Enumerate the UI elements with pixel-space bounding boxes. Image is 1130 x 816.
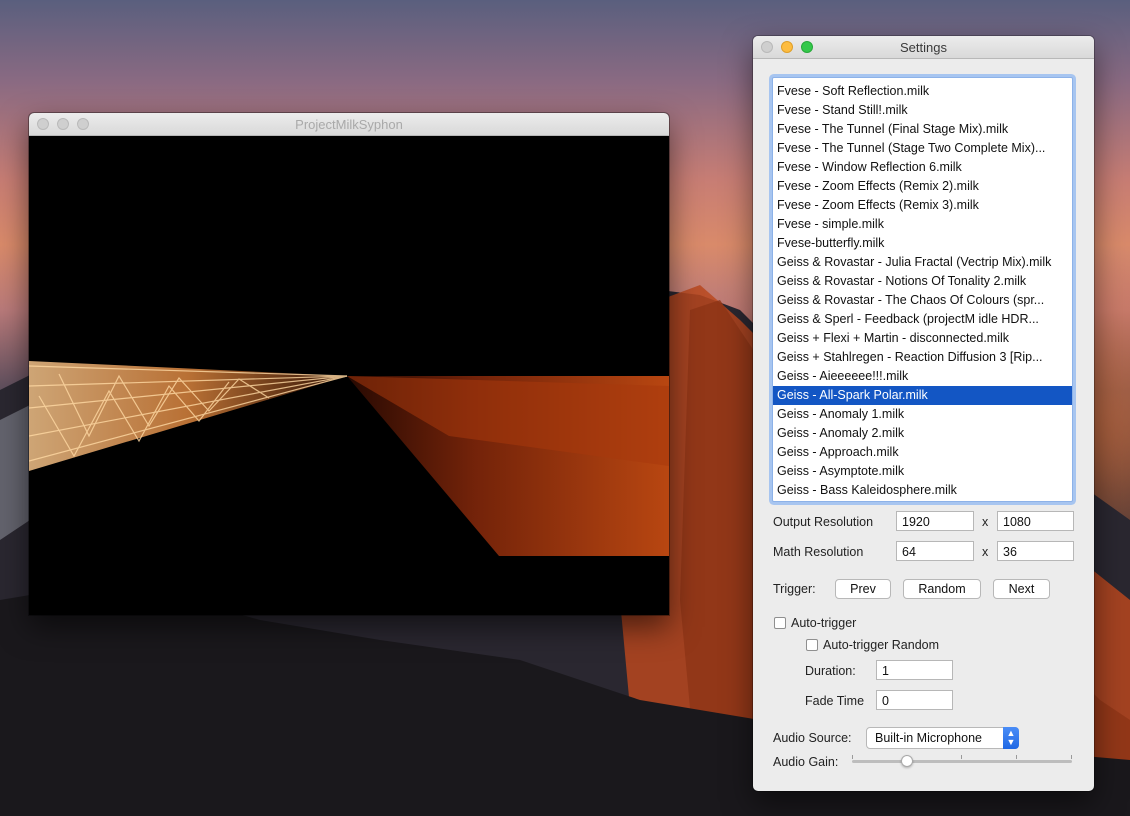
random-button[interactable]: Random bbox=[903, 579, 981, 599]
preset-list-item[interactable]: Fvese - simple.milk bbox=[773, 215, 1072, 234]
duration-field[interactable]: 1 bbox=[876, 660, 953, 680]
preset-list-item[interactable]: Geiss + Flexi + Martin - disconnected.mi… bbox=[773, 329, 1072, 348]
math-width-field[interactable]: 64 bbox=[896, 541, 974, 561]
preset-list-item[interactable]: Geiss - Bass Kaleidosphere.milk bbox=[773, 481, 1072, 500]
preset-list-item[interactable]: Fvese - Zoom Effects (Remix 2).milk bbox=[773, 177, 1072, 196]
fade-time-field[interactable]: 0 bbox=[876, 690, 953, 710]
preset-list-item[interactable]: Fvese - Window Reflection 6.milk bbox=[773, 158, 1072, 177]
next-button[interactable]: Next bbox=[993, 579, 1050, 599]
fade-time-label: Fade Time bbox=[805, 694, 865, 708]
auto-trigger-random-label: Auto-trigger Random bbox=[823, 638, 940, 652]
preset-list-item[interactable]: Geiss - Anomaly 2.milk bbox=[773, 424, 1072, 443]
math-height-field[interactable]: 36 bbox=[997, 541, 1074, 561]
settings-window[interactable]: Settings Fvese - Soft Reflection.milk Fve… bbox=[753, 36, 1094, 791]
main-titlebar[interactable]: ProjectMilkSyphon bbox=[29, 113, 669, 136]
slider-tick bbox=[1071, 755, 1072, 759]
output-resolution-x: x bbox=[982, 515, 989, 529]
preset-list-item[interactable]: Geiss - Approach.milk bbox=[773, 443, 1072, 462]
main-window-title: ProjectMilkSyphon bbox=[295, 117, 403, 132]
output-resolution-label: Output Resolution bbox=[773, 515, 874, 529]
preset-list-item[interactable]: Geiss - Anomaly 1.milk bbox=[773, 405, 1072, 424]
audio-gain-ticks bbox=[852, 755, 1072, 759]
audio-source-label: Audio Source: bbox=[773, 731, 852, 745]
preset-list-item[interactable]: Geiss + Stahlregen - Reaction Diffusion … bbox=[773, 348, 1072, 367]
projectmilksyphon-window[interactable]: ProjectMilkSyphon bbox=[29, 113, 669, 615]
auto-trigger-label: Auto-trigger bbox=[791, 616, 857, 630]
audio-source-value: Built-in Microphone bbox=[875, 731, 982, 745]
preset-list-item[interactable]: Geiss & Rovastar - Julia Fractal (Vectri… bbox=[773, 253, 1072, 272]
auto-trigger-checkbox[interactable] bbox=[774, 617, 786, 629]
slider-tick bbox=[1016, 755, 1017, 759]
audio-source-popup[interactable]: Built-in Microphone ▲ ▼ bbox=[866, 727, 1019, 749]
preset-list-item[interactable]: Fvese-butterfly.milk bbox=[773, 234, 1072, 253]
slider-tick bbox=[961, 755, 962, 759]
preset-list-item[interactable]: Geiss - Asymptote.milk bbox=[773, 462, 1072, 481]
settings-titlebar[interactable]: Settings bbox=[753, 36, 1094, 59]
preset-list-item[interactable]: Geiss - All-Spark Polar.milk bbox=[773, 386, 1072, 405]
preset-list-item[interactable]: Geiss & Rovastar - Notions Of Tonality 2… bbox=[773, 272, 1072, 291]
preset-list-item[interactable]: Fvese - The Tunnel (Stage Two Complete M… bbox=[773, 139, 1072, 158]
chevron-updown-icon: ▲ ▼ bbox=[1003, 727, 1019, 749]
audio-gain-label: Audio Gain: bbox=[773, 755, 839, 769]
audio-gain-slider-knob[interactable] bbox=[901, 755, 913, 767]
preset-list-item[interactable]: Fvese - The Tunnel (Final Stage Mix).mil… bbox=[773, 120, 1072, 139]
preset-list-item[interactable]: Geiss & Sperl - Feedback (projectM idle … bbox=[773, 310, 1072, 329]
preset-list-item[interactable]: Fvese - Soft Reflection.milk bbox=[773, 82, 1072, 101]
settings-window-title: Settings bbox=[900, 40, 947, 55]
duration-label: Duration: bbox=[805, 664, 856, 678]
prev-button[interactable]: Prev bbox=[835, 579, 891, 599]
math-resolution-label: Math Resolution bbox=[773, 545, 864, 559]
audio-gain-track[interactable] bbox=[852, 760, 1072, 763]
output-height-field[interactable]: 1080 bbox=[997, 511, 1074, 531]
preset-list-item[interactable]: Geiss & Rovastar - The Chaos Of Colours … bbox=[773, 291, 1072, 310]
trigger-label: Trigger: bbox=[773, 582, 816, 596]
output-width-field[interactable]: 1920 bbox=[896, 511, 974, 531]
preset-list-item[interactable]: Fvese - Stand Still!.milk bbox=[773, 101, 1072, 120]
preset-list[interactable]: Fvese - Soft Reflection.milk Fvese - Stan… bbox=[772, 77, 1073, 502]
visualizer-canvas bbox=[29, 136, 669, 615]
preset-list-item[interactable]: Geiss - Aieeeeee!!!.milk bbox=[773, 367, 1072, 386]
preset-list-item[interactable]: Fvese - Zoom Effects (Remix 3).milk bbox=[773, 196, 1072, 215]
auto-trigger-random-checkbox[interactable] bbox=[806, 639, 818, 651]
math-resolution-x: x bbox=[982, 545, 989, 559]
slider-tick bbox=[852, 755, 853, 759]
